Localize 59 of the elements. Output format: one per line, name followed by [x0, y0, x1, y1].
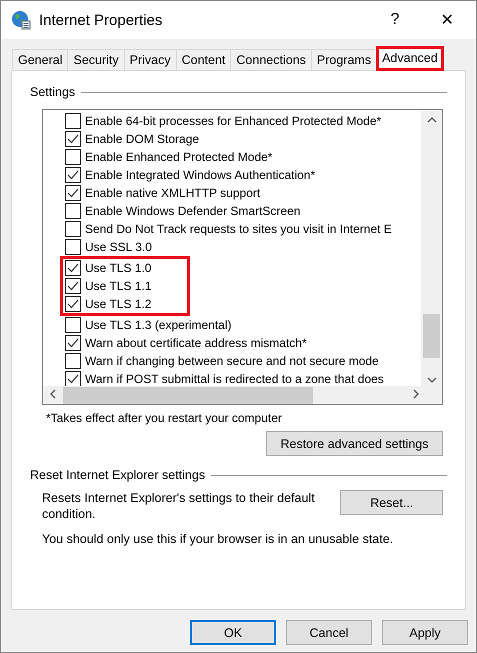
checkbox[interactable]: [65, 185, 81, 201]
setting-label: Enable Enhanced Protected Mode*: [85, 150, 272, 164]
help-button[interactable]: ?: [372, 4, 418, 36]
globe-icon: [11, 10, 31, 30]
checkbox[interactable]: [65, 278, 81, 294]
checkbox[interactable]: [65, 113, 81, 129]
setting-label: Warn about certificate address mismatch*: [85, 336, 307, 350]
checkbox[interactable]: [65, 353, 81, 369]
dialog-button[interactable]: Cancel: [286, 620, 372, 645]
check-icon: [67, 170, 79, 180]
setting-label: Warn if POST submittal is redirected to a zone that does: [85, 372, 384, 386]
setting-label: Enable DOM Storage: [85, 132, 200, 146]
setting-label: Send Do Not Track requests to sites you visit in Internet E: [85, 222, 392, 236]
checkbox[interactable]: [65, 239, 81, 255]
group-label: Reset Internet Explorer settings: [30, 468, 206, 482]
scrollbar-thumb[interactable]: [423, 314, 440, 358]
window-title: Internet Properties: [39, 12, 164, 28]
checkbox[interactable]: [65, 131, 81, 147]
checkbox[interactable]: [65, 149, 81, 165]
checkbox[interactable]: [65, 221, 81, 237]
check-icon: [67, 263, 79, 273]
scrollbar-thumb[interactable]: [63, 386, 313, 404]
setting-label: Warn if changing between secure and not secure mode: [85, 354, 379, 368]
setting-label: Use SSL 3.0: [85, 240, 152, 254]
check-icon: [67, 281, 79, 291]
dialog-button[interactable]: Apply: [382, 620, 468, 645]
footnote: *Takes effect after you restart your computer: [46, 411, 283, 425]
settings-list[interactable]: [42, 109, 443, 405]
setting-label: Use TLS 1.3 (experimental): [85, 318, 232, 332]
dialog-button[interactable]: OK: [190, 620, 276, 645]
reset-button[interactable]: Reset...: [340, 490, 443, 515]
checkbox[interactable]: [65, 317, 81, 333]
setting-label: Enable Integrated Windows Authentication*: [85, 168, 316, 182]
restore-button[interactable]: Restore advanced settings: [266, 431, 443, 456]
warning-text: You should only use this if your browser is in an unusable state.: [42, 532, 394, 546]
close-button[interactable]: ✕: [424, 4, 470, 36]
group-label: Settings: [30, 85, 76, 99]
vertical-scrollbar[interactable]: [421, 110, 442, 386]
check-icon: [67, 188, 79, 198]
checkbox[interactable]: [65, 167, 81, 183]
tab[interactable]: General: [12, 49, 68, 71]
check-icon: [67, 374, 79, 384]
checkbox[interactable]: [65, 335, 81, 351]
horizontal-scrollbar[interactable]: [43, 386, 442, 404]
setting-label: Enable Windows Defender SmartScreen: [85, 204, 300, 218]
setting-label: Enable 64-bit processes for Enhanced Protected Mode*: [85, 114, 382, 128]
setting-label: Use TLS 1.2: [85, 297, 152, 311]
check-icon: [67, 299, 79, 309]
setting-label: Use TLS 1.0: [85, 261, 152, 275]
setting-label: Enable native XMLHTTP support: [85, 186, 260, 200]
checkbox[interactable]: [65, 371, 81, 386]
checkbox[interactable]: [65, 296, 81, 312]
check-icon: [67, 338, 79, 348]
checkbox[interactable]: [65, 260, 81, 276]
checkbox[interactable]: [65, 203, 81, 219]
setting-label: Use TLS 1.1: [85, 279, 152, 293]
check-icon: [67, 134, 79, 144]
reset-description: Resets Internet Explorer's settings to their default condition.: [42, 490, 316, 522]
tab[interactable]: Advanced: [376, 46, 444, 71]
